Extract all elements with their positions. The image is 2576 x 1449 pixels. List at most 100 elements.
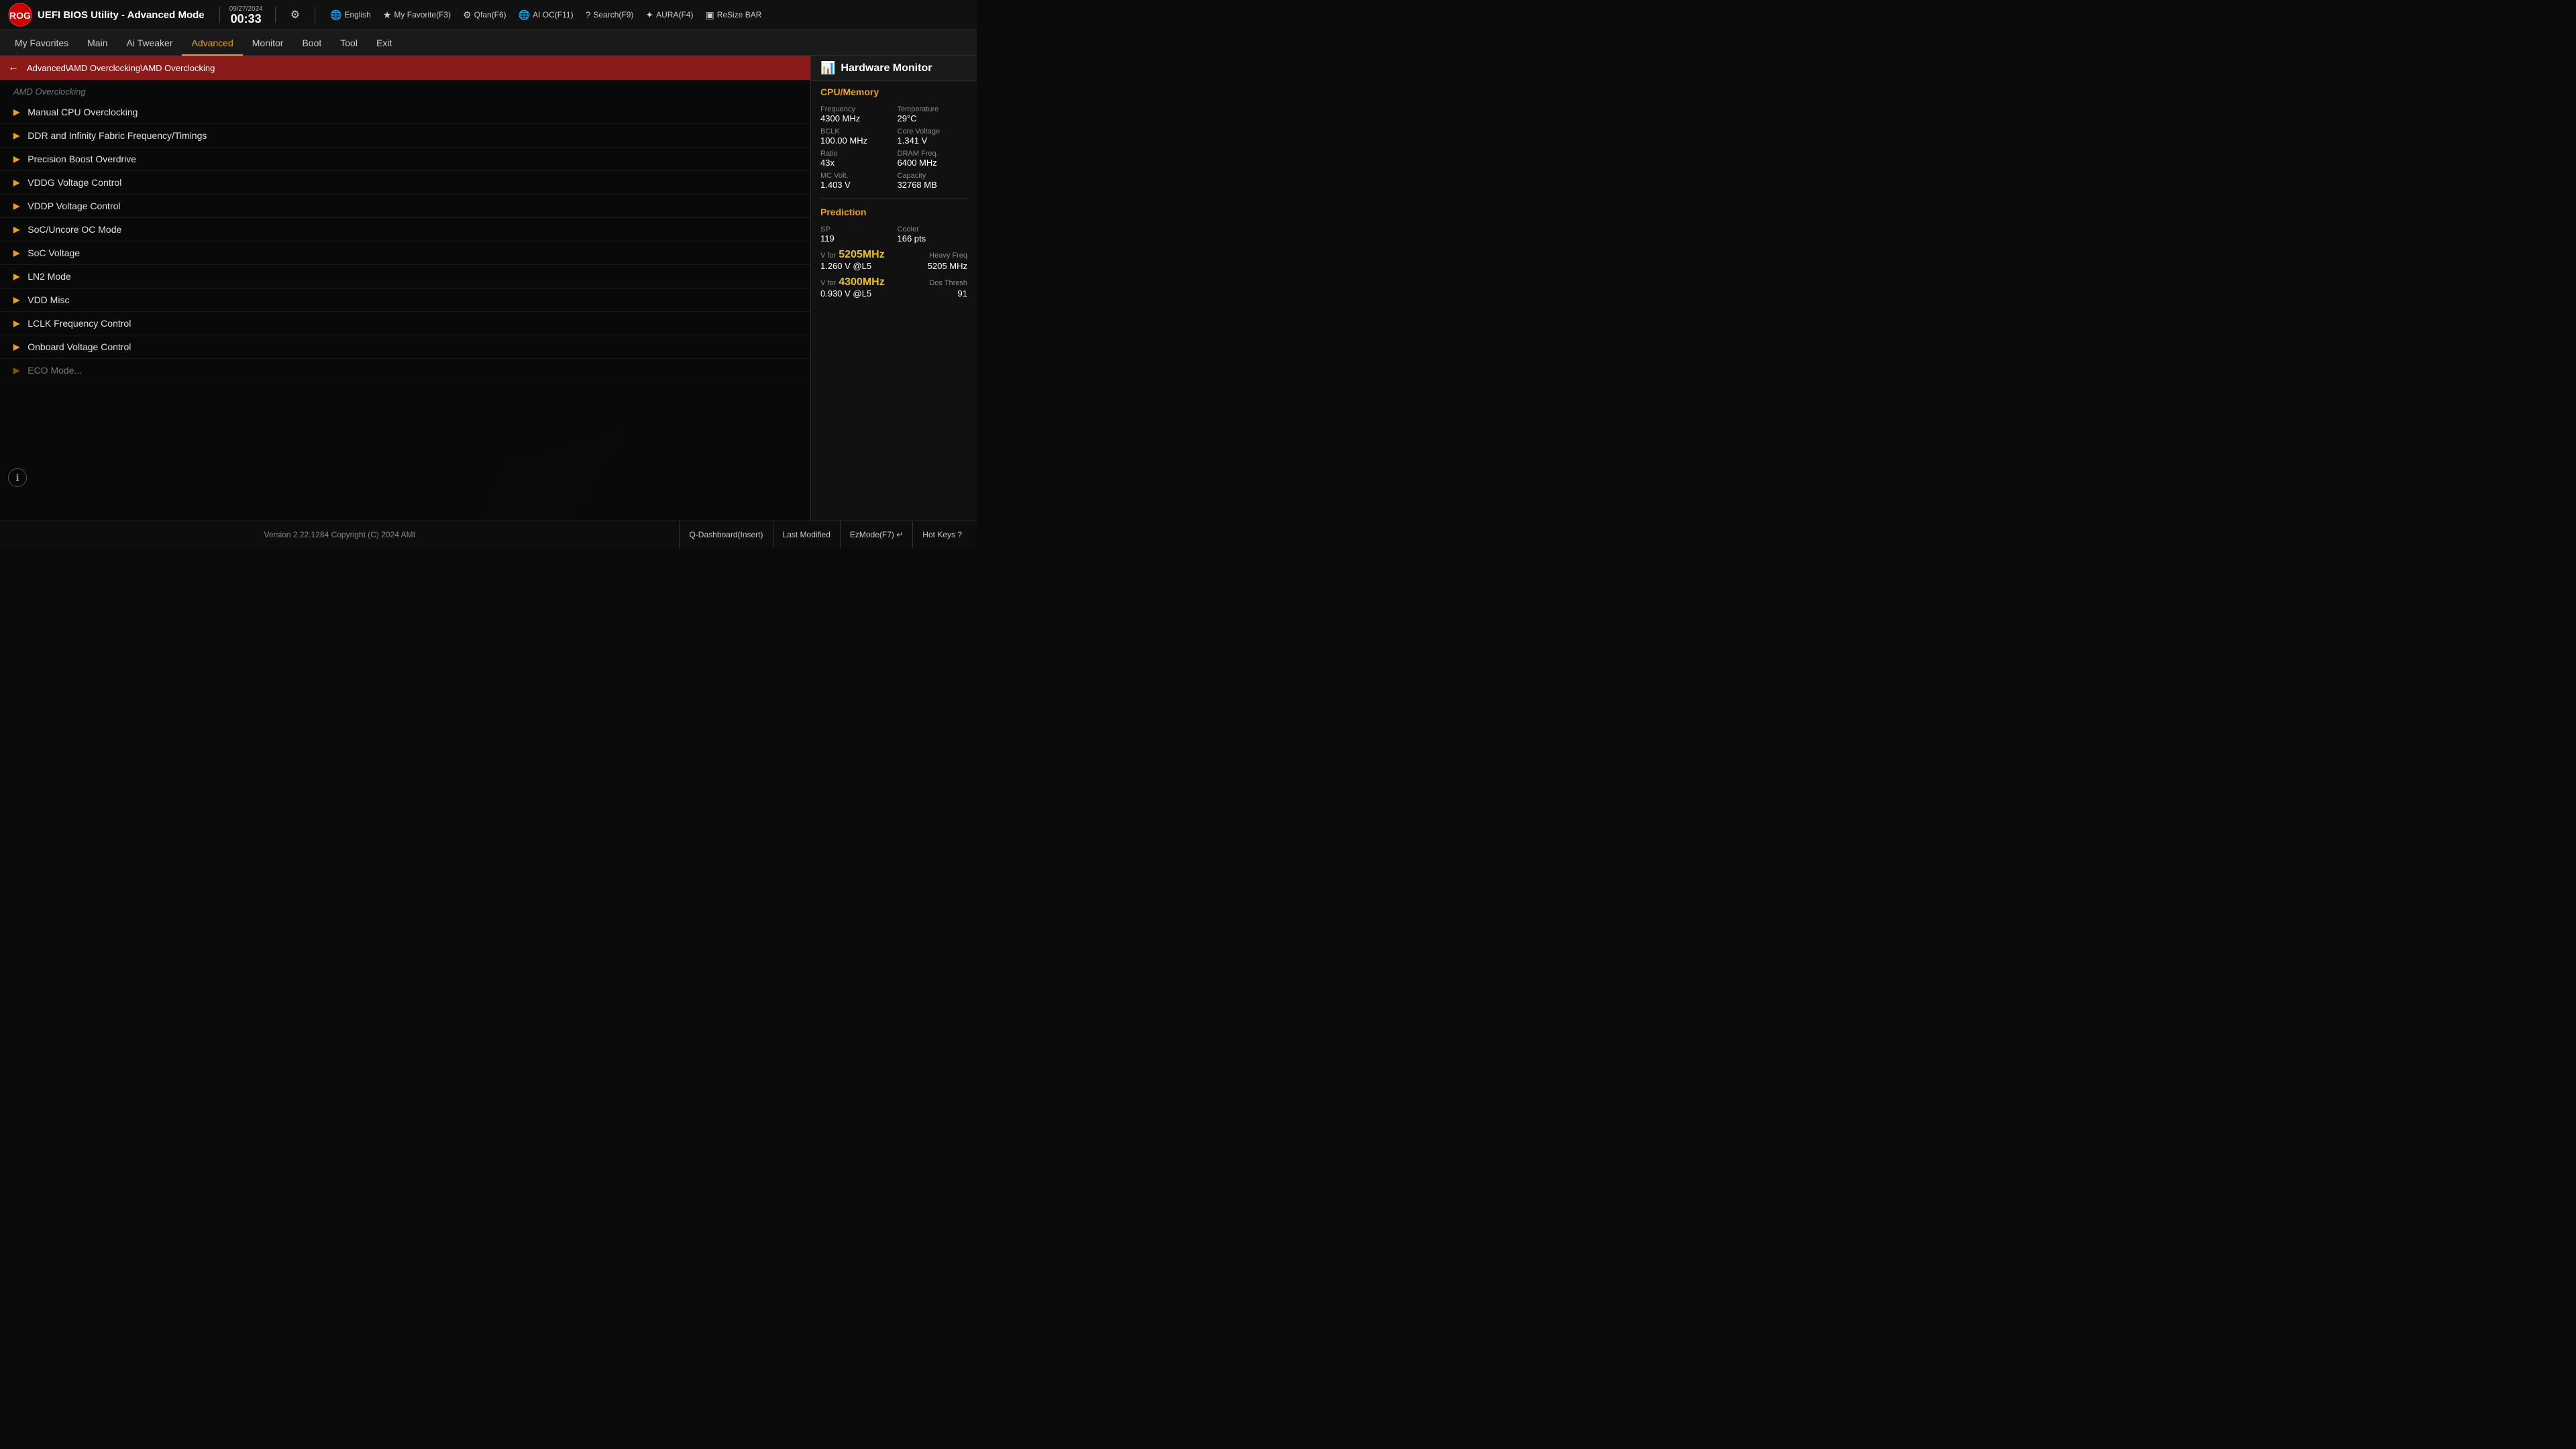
prediction-title: Prediction: [820, 207, 967, 220]
toolbar-item-resize_bar[interactable]: ▣ReSize BAR: [700, 7, 767, 23]
menu-item-soc_voltage[interactable]: ▶ SoC Voltage: [0, 241, 810, 265]
nav-item-boot[interactable]: Boot: [292, 30, 331, 56]
toolbar-item-language[interactable]: 🌐English: [325, 7, 376, 23]
v-4300-freq: 4300MHz: [839, 276, 884, 288]
menu-item-precision_boost[interactable]: ▶Precision Boost Overdrive: [0, 148, 810, 171]
menu-item-soc_uncore[interactable]: ▶SoC/Uncore OC Mode: [0, 218, 810, 241]
top-bar-divider-2: [275, 7, 276, 23]
nav-item-tool[interactable]: Tool: [331, 30, 367, 56]
menu-arrow-vddp_voltage: ▶: [13, 201, 19, 211]
qfan-label: Qfan(F6): [474, 10, 506, 19]
content-section: AMD Overclocking ▶Manual CPU Overclockin…: [0, 80, 810, 521]
capacity-item: Capacity 32768 MB: [898, 172, 968, 190]
nav-item-advanced[interactable]: Advanced: [182, 30, 242, 56]
cpu-memory-section: CPU/Memory Frequency 4300 MHz Temperatur…: [811, 81, 977, 195]
nav-item-monitor[interactable]: Monitor: [243, 30, 293, 56]
hot-keys-button[interactable]: Hot Keys ?: [912, 521, 971, 548]
menu-arrow-ln2_mode: ▶: [13, 272, 19, 281]
dram-freq-label: DRAM Freq.: [898, 150, 968, 158]
menu-item-eco-mode[interactable]: ▶ ECO Mode...: [0, 359, 810, 382]
dram-freq-item: DRAM Freq. 6400 MHz: [898, 150, 968, 168]
hw-monitor-title: 📊 Hardware Monitor: [811, 56, 977, 81]
logo-area: ROG UEFI BIOS Utility - Advanced Mode: [8, 3, 205, 27]
top-bar-divider: [219, 7, 220, 23]
version-text: Version 2.22.1284 Copyright (C) 2024 AMI: [264, 530, 415, 539]
menu-label-ln2_mode: LN2 Mode: [28, 271, 71, 282]
toolbar-item-aura[interactable]: ✦AURA(F4): [640, 7, 698, 23]
toolbar-item-qfan[interactable]: ⚙Qfan(F6): [458, 7, 512, 23]
bclk-label: BCLK: [820, 127, 891, 136]
menu-arrow-eco: ▶: [13, 366, 19, 375]
menu-label-vddp_voltage: VDDP Voltage Control: [28, 201, 120, 211]
back-button[interactable]: ←: [8, 62, 19, 74]
temperature-value: 29°C: [898, 113, 968, 123]
last-modified-button[interactable]: Last Modified: [773, 521, 840, 548]
v-5205-row2: 1.260 V @L5 5205 MHz: [820, 261, 967, 271]
toolbar-item-search[interactable]: ?Search(F9): [580, 7, 639, 23]
mc-volt-label: MC Volt.: [820, 172, 891, 180]
sp-item: SP 119: [820, 225, 891, 244]
resize_bar-icon: ▣: [705, 9, 714, 21]
rog-logo: ROG: [8, 3, 32, 27]
menu-arrow-vddg_voltage: ▶: [13, 178, 19, 187]
menu-item-lclk_freq[interactable]: ▶LCLK Frequency Control: [0, 312, 810, 335]
time-text: 00:33: [231, 13, 262, 25]
v-5205-voltage: 1.260 V @L5: [820, 261, 871, 271]
toolbar-item-my_favorite[interactable]: ★My Favorite(F3): [378, 7, 456, 23]
hw-divider: [820, 198, 967, 199]
menu-item-ln2_mode[interactable]: ▶ LN2 Mode: [0, 265, 810, 288]
menu-arrow-precision_boost: ▶: [13, 154, 19, 164]
menu-item-onboard_voltage[interactable]: ▶Onboard Voltage Control: [0, 335, 810, 359]
ratio-label: Ratio: [820, 150, 891, 158]
v-4300-row1: V for 4300MHz Dos Thresh: [820, 276, 967, 288]
menu-item-ddr_fabric[interactable]: ▶DDR and Infinity Fabric Frequency/Timin…: [0, 124, 810, 148]
nav-item-exit[interactable]: Exit: [367, 30, 401, 56]
menu-item-vddg_voltage[interactable]: ▶ VDDG Voltage Control: [0, 171, 810, 195]
menu-arrow-onboard_voltage: ▶: [13, 342, 19, 352]
status-bar-right: Q-Dashboard(Insert) Last Modified EzMode…: [679, 521, 977, 548]
menu-item-vddp_voltage[interactable]: ▶ VDDP Voltage Control: [0, 195, 810, 218]
dos-thresh-value: 91: [958, 288, 967, 299]
cpu-memory-title: CPU/Memory: [820, 87, 967, 100]
menu-label-soc_voltage: SoC Voltage: [28, 248, 80, 258]
left-panel: ← Advanced\AMD Overclocking\AMD Overcloc…: [0, 56, 810, 521]
search-label: Search(F9): [593, 10, 633, 19]
frequency-value: 4300 MHz: [820, 113, 891, 123]
resize_bar-label: ReSize BAR: [717, 10, 762, 19]
menu-label-manual_cpu: Manual CPU Overclocking: [28, 107, 138, 117]
menu-label-eco: ECO Mode...: [28, 365, 82, 376]
menu-label-vddg_voltage: VDDG Voltage Control: [28, 177, 121, 188]
hw-monitor-label: Hardware Monitor: [841, 62, 932, 74]
nav-item-my_favorites[interactable]: My Favorites: [5, 30, 78, 56]
search-icon: ?: [586, 9, 591, 20]
menu-item-vdd_misc[interactable]: ▶VDD Misc: [0, 288, 810, 312]
frequency-label: Frequency: [820, 105, 891, 113]
language-label: English: [344, 10, 370, 19]
prediction-section: Prediction SP 119 Cooler 166 pts V for 5…: [811, 201, 977, 304]
bclk-item: BCLK 100.00 MHz: [820, 127, 891, 146]
menu-item-manual_cpu[interactable]: ▶Manual CPU Overclocking: [0, 101, 810, 124]
info-icon[interactable]: ℹ: [8, 468, 27, 487]
cooler-item: Cooler 166 pts: [898, 225, 968, 244]
version-area: Version 2.22.1284 Copyright (C) 2024 AMI: [0, 530, 679, 539]
hw-monitor-icon: 📊: [820, 61, 835, 75]
settings-icon[interactable]: ⚙: [285, 5, 305, 24]
datetime-area: 09/27/2024 00:33: [229, 5, 263, 25]
nav-item-ai_tweaker[interactable]: Ai Tweaker: [117, 30, 182, 56]
my_favorite-icon: ★: [383, 9, 392, 21]
dram-freq-value: 6400 MHz: [898, 158, 968, 168]
temperature-label: Temperature: [898, 105, 968, 113]
toolbar-item-ai_oc[interactable]: 🌐AI OC(F11): [513, 7, 579, 23]
menu-arrow-soc_voltage: ▶: [13, 248, 19, 258]
v-5205-row1: V for 5205MHz Heavy Freq: [820, 249, 967, 261]
nav-item-main[interactable]: Main: [78, 30, 117, 56]
mc-volt-item: MC Volt. 1.403 V: [820, 172, 891, 190]
bios-title: UEFI BIOS Utility - Advanced Mode: [38, 9, 205, 21]
menu-label-lclk_freq: LCLK Frequency Control: [28, 318, 131, 329]
dos-thresh-label: Dos Thresh: [929, 279, 967, 287]
cooler-label: Cooler: [898, 225, 968, 233]
ez-mode-button[interactable]: EzMode(F7) ↵: [840, 521, 912, 548]
q-dashboard-button[interactable]: Q-Dashboard(Insert): [679, 521, 772, 548]
ai_oc-label: AI OC(F11): [533, 10, 573, 19]
language-icon: 🌐: [330, 9, 341, 21]
